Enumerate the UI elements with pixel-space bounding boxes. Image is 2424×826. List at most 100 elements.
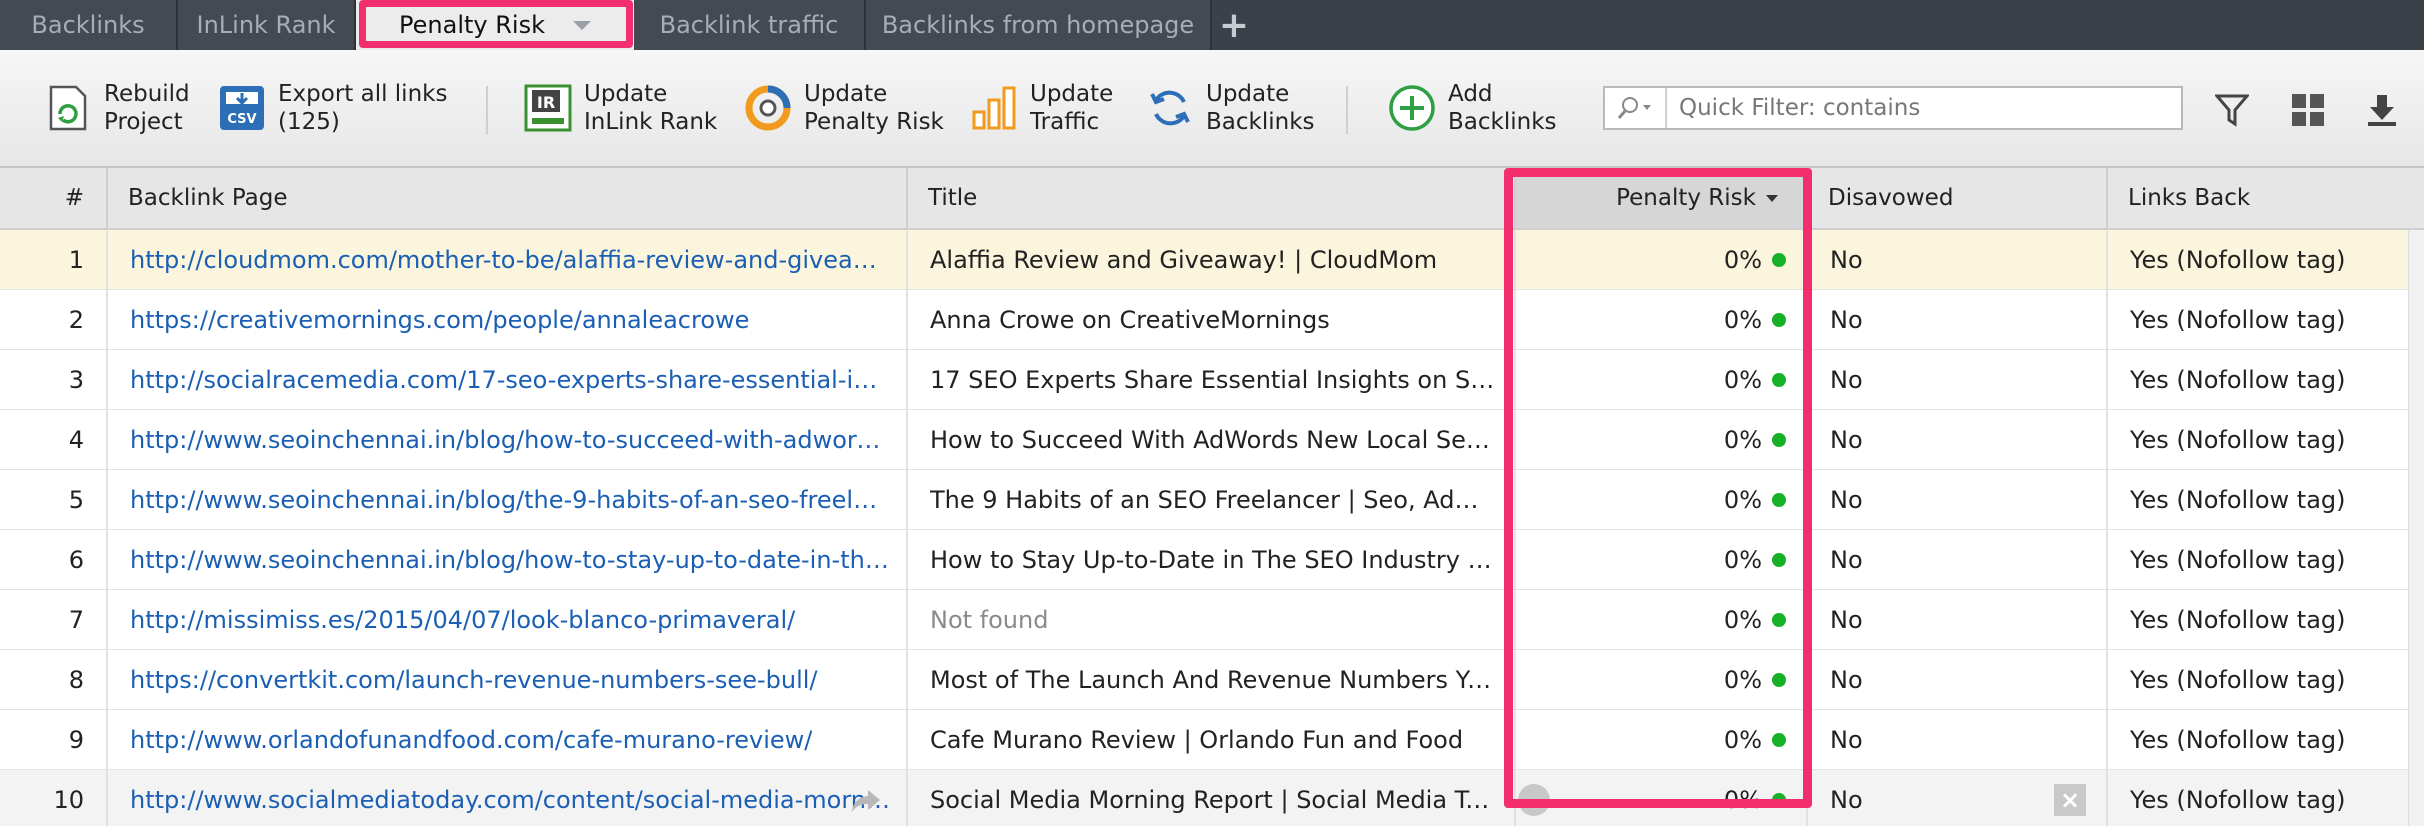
table-row[interactable]: 6 http://www.seoinchennai.in/blog/how-to-… bbox=[0, 530, 2424, 590]
backlink-page-link[interactable]: http://www.seoinchennai.in/blog/the-9-ha… bbox=[108, 470, 908, 530]
page-title-cell: How to Succeed With AdWords New Local Se… bbox=[908, 410, 1516, 470]
rebuild-label-line1: Rebuild bbox=[104, 81, 190, 107]
disavowed-cell: No bbox=[1808, 410, 2108, 470]
column-header-links-back[interactable]: Links Back bbox=[2108, 168, 2424, 228]
penalty-risk-header-label: Penalty Risk bbox=[1616, 185, 1756, 211]
backlinks-label-line1: Update bbox=[1206, 81, 1290, 107]
table-row[interactable]: 2 https://creativemornings.com/people/ann… bbox=[0, 290, 2424, 350]
table-row[interactable]: 10 http://www.socialmediatoday.com/conten… bbox=[0, 770, 2424, 826]
update-backlinks-button[interactable]: Update Backlinks bbox=[1146, 78, 1315, 138]
traffic-label-line1: Update bbox=[1030, 81, 1114, 107]
page-title-text: Not found bbox=[930, 606, 1049, 634]
table-row[interactable]: 1 http://cloudmom.com/mother-to-be/alaffi… bbox=[0, 230, 2424, 290]
filter-funnel-icon[interactable] bbox=[2210, 88, 2254, 132]
rebuild-project-icon bbox=[44, 84, 92, 132]
backlink-url-text: http://www.orlandofunandfood.com/cafe-mu… bbox=[130, 726, 813, 754]
links-back-cell: Yes (Nofollow tag) bbox=[2130, 726, 2346, 754]
update-penalty-risk-button[interactable]: Update Penalty Risk bbox=[744, 78, 944, 138]
add-backlinks-button[interactable]: Add Backlinks bbox=[1388, 78, 1557, 138]
tab-label: Backlinks from homepage bbox=[881, 11, 1195, 39]
risk-status-dot-icon bbox=[1772, 493, 1786, 507]
backlink-page-link[interactable]: http://www.seoinchennai.in/blog/how-to-s… bbox=[108, 410, 908, 470]
inlink-label-line2: InLink Rank bbox=[584, 109, 718, 135]
penalty-risk-value: 0% bbox=[1723, 306, 1762, 334]
penalty-risk-cell: 0% bbox=[1516, 650, 1808, 710]
share-arrow-icon[interactable] bbox=[850, 784, 882, 816]
column-header-title[interactable]: Title bbox=[908, 168, 1516, 228]
risk-status-dot-icon bbox=[1772, 373, 1786, 387]
penalty-risk-cell: 0% bbox=[1516, 290, 1808, 350]
tab-highlight-annotation bbox=[359, 0, 633, 48]
sort-descending-icon bbox=[1766, 194, 1778, 202]
backlink-url-text: http://missimiss.es/2015/04/07/look-blan… bbox=[130, 606, 796, 634]
table-row[interactable]: 5 http://www.seoinchennai.in/blog/the-9-h… bbox=[0, 470, 2424, 530]
page-title-cell: Alaffia Review and Giveaway! | CloudMom bbox=[908, 230, 1516, 290]
tab-backlinks[interactable]: Backlinks bbox=[0, 0, 178, 50]
penalty-risk-cell: 0% bbox=[1516, 710, 1808, 770]
backlink-page-link[interactable]: http://missimiss.es/2015/04/07/look-blan… bbox=[108, 590, 908, 650]
rebuild-label-line2: Project bbox=[104, 109, 183, 135]
penalty-label-line2: Penalty Risk bbox=[804, 109, 944, 135]
grid-layout-icon[interactable] bbox=[2286, 88, 2330, 132]
links-back-cell: Yes (Nofollow tag) bbox=[2130, 786, 2346, 814]
column-header-disavowed[interactable]: Disavowed bbox=[1808, 168, 2108, 228]
export-label-line2: (125) bbox=[278, 109, 340, 135]
backlink-page-link[interactable]: http://cloudmom.com/mother-to-be/alaffia… bbox=[108, 230, 908, 290]
table-row[interactable]: 3 http://socialracemedia.com/17-seo-exper… bbox=[0, 350, 2424, 410]
backlinks-label-line2: Backlinks bbox=[1206, 109, 1315, 135]
update-traffic-button[interactable]: Update Traffic bbox=[970, 78, 1113, 138]
backlink-page-link[interactable]: http://www.socialmediatoday.com/content/… bbox=[108, 770, 908, 826]
column-header-penalty-risk[interactable]: Penalty Risk bbox=[1516, 168, 1808, 228]
links-back-cell: Yes (Nofollow tag) bbox=[2130, 366, 2346, 394]
toolbar-separator bbox=[486, 86, 488, 134]
column-header-number[interactable]: # bbox=[0, 168, 108, 228]
quick-filter-input[interactable] bbox=[1667, 95, 2167, 121]
table-row[interactable]: 8 https://convertkit.com/launch-revenue-n… bbox=[0, 650, 2424, 710]
inlink-label-line1: Update bbox=[584, 81, 668, 107]
backlink-url-text: https://creativemornings.com/people/anna… bbox=[130, 306, 750, 334]
export-label-line1: Export all links bbox=[278, 81, 448, 107]
risk-status-dot-icon bbox=[1772, 793, 1786, 807]
download-icon[interactable] bbox=[2360, 88, 2404, 132]
penalty-risk-value: 0% bbox=[1723, 366, 1762, 394]
export-links-button[interactable]: CSV Export all links (125) bbox=[218, 78, 447, 138]
add-tab-button[interactable]: + bbox=[1212, 0, 1256, 50]
page-title-cell: Social Media Morning Report | Social Med… bbox=[908, 770, 1516, 826]
penalty-risk-value: 0% bbox=[1723, 726, 1762, 754]
disavowed-cell: No bbox=[1808, 350, 2108, 410]
disavowed-cell: No bbox=[1808, 470, 2108, 530]
search-icon[interactable] bbox=[1605, 88, 1667, 128]
row-number: 6 bbox=[0, 530, 108, 590]
toolbar: Rebuild Project CSV Export all links (125)… bbox=[0, 50, 2424, 168]
row-number: 8 bbox=[0, 650, 108, 710]
backlink-page-link[interactable]: https://convertkit.com/launch-revenue-nu… bbox=[108, 650, 908, 710]
row-number: 2 bbox=[0, 290, 108, 350]
risk-status-dot-icon bbox=[1772, 733, 1786, 747]
table-row[interactable]: 7 http://missimiss.es/2015/04/07/look-bla… bbox=[0, 590, 2424, 650]
tab-label: Backlinks bbox=[31, 11, 145, 39]
update-inlink-rank-button[interactable]: IR Update InLink Rank bbox=[524, 78, 717, 138]
risk-status-dot-icon bbox=[1772, 553, 1786, 567]
tab-backlinks-from-homepage[interactable]: Backlinks from homepage bbox=[866, 0, 1212, 50]
table-row[interactable]: 9 http://www.orlandofunandfood.com/cafe-m… bbox=[0, 710, 2424, 770]
links-back-cell: Yes (Nofollow tag) bbox=[2130, 246, 2346, 274]
gear-icon[interactable] bbox=[1518, 784, 1550, 816]
column-header-backlink-page[interactable]: Backlink Page bbox=[108, 168, 908, 228]
page-title-text: Most of The Launch And Revenue Numbers Y… bbox=[930, 666, 1496, 694]
traffic-label-line2: Traffic bbox=[1030, 109, 1100, 135]
tab-backlink-traffic[interactable]: Backlink traffic bbox=[634, 0, 866, 50]
backlink-url-text: http://www.seoinchennai.in/blog/how-to-s… bbox=[130, 426, 890, 454]
backlink-page-link[interactable]: http://socialracemedia.com/17-seo-expert… bbox=[108, 350, 908, 410]
risk-status-dot-icon bbox=[1772, 613, 1786, 627]
backlink-page-link[interactable]: http://www.seoinchennai.in/blog/how-to-s… bbox=[108, 530, 908, 590]
table-row[interactable]: 4 http://www.seoinchennai.in/blog/how-to-… bbox=[0, 410, 2424, 470]
tab-inlink-rank[interactable]: InLink Rank bbox=[178, 0, 356, 50]
penalty-risk-cell: 0% bbox=[1516, 590, 1808, 650]
vertical-scrollbar[interactable] bbox=[2408, 230, 2424, 826]
close-icon[interactable]: × bbox=[2054, 784, 2086, 816]
backlink-page-link[interactable]: http://www.orlandofunandfood.com/cafe-mu… bbox=[108, 710, 908, 770]
rebuild-project-button[interactable]: Rebuild Project bbox=[44, 78, 190, 138]
plus-circle-icon bbox=[1388, 84, 1436, 132]
row-number: 4 bbox=[0, 410, 108, 470]
backlink-page-link[interactable]: https://creativemornings.com/people/anna… bbox=[108, 290, 908, 350]
